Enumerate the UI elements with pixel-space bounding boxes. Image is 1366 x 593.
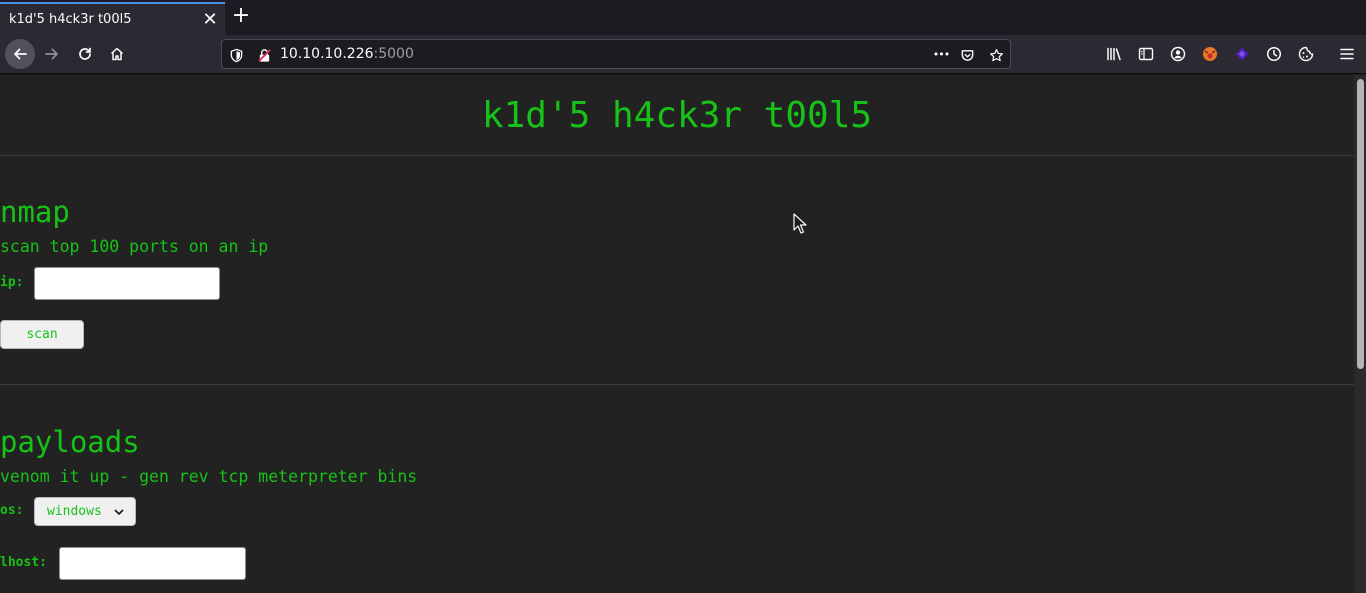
os-select[interactable]: windows bbox=[34, 497, 136, 526]
foxyproxy-extension-icon[interactable] bbox=[1201, 45, 1219, 63]
pocket-icon[interactable] bbox=[959, 47, 975, 63]
home-icon[interactable] bbox=[102, 39, 132, 69]
divider bbox=[0, 384, 1354, 385]
divider bbox=[0, 155, 1354, 156]
page-content: k1d'5 h4ck3r t00l5 nmap scan top 100 por… bbox=[0, 75, 1354, 593]
new-tab-icon[interactable]: + bbox=[229, 5, 253, 29]
url-text[interactable]: 10.10.10.226:5000 bbox=[280, 46, 414, 62]
scan-button[interactable]: scan bbox=[0, 320, 84, 349]
ip-input[interactable] bbox=[34, 267, 220, 300]
payloads-heading: payloads bbox=[0, 425, 140, 459]
account-icon[interactable] bbox=[1169, 45, 1187, 63]
cookie-icon[interactable] bbox=[1297, 45, 1315, 63]
library-icon[interactable] bbox=[1105, 45, 1123, 63]
reload-icon[interactable] bbox=[70, 39, 100, 69]
os-selected-value: windows bbox=[47, 504, 102, 519]
lhost-input[interactable] bbox=[59, 547, 246, 580]
url-host: 10.10.10.226 bbox=[280, 46, 374, 62]
scrollbar-thumb[interactable] bbox=[1357, 79, 1364, 369]
mouse-cursor-icon bbox=[793, 213, 807, 234]
sidebar-icon[interactable] bbox=[1137, 45, 1155, 63]
bookmark-star-icon[interactable] bbox=[988, 47, 1004, 63]
lhost-label: lhost: bbox=[0, 555, 47, 570]
back-arrow-icon[interactable] bbox=[5, 39, 35, 69]
navigation-bar: 10.10.10.226:5000 ••• bbox=[0, 35, 1366, 74]
history-clock-icon[interactable] bbox=[1265, 45, 1283, 63]
hamburger-menu-icon[interactable] bbox=[1338, 45, 1356, 63]
page-actions-icon[interactable]: ••• bbox=[931, 46, 951, 62]
payloads-description: venom it up - gen rev tcp meterpreter bi… bbox=[0, 467, 418, 486]
chevron-down-icon bbox=[114, 509, 124, 515]
nmap-description: scan top 100 ports on an ip bbox=[0, 237, 269, 256]
tab-strip: k1d'5 h4ck3r t00l5 ✕ + bbox=[0, 0, 1366, 35]
vertical-scrollbar[interactable] bbox=[1354, 75, 1366, 593]
ip-label: ip: bbox=[0, 275, 24, 290]
tab-title: k1d'5 h4ck3r t00l5 bbox=[9, 12, 132, 27]
wappalyzer-extension-icon[interactable] bbox=[1233, 45, 1251, 63]
insecure-lock-icon[interactable] bbox=[256, 47, 272, 63]
shield-icon[interactable] bbox=[228, 47, 244, 63]
close-tab-icon[interactable]: ✕ bbox=[195, 10, 225, 29]
url-port: :5000 bbox=[373, 46, 414, 62]
address-bar[interactable]: 10.10.10.226:5000 ••• bbox=[221, 39, 1011, 69]
forward-arrow-icon[interactable] bbox=[37, 39, 67, 69]
os-label: os: bbox=[0, 503, 24, 518]
browser-tab[interactable]: k1d'5 h4ck3r t00l5 ✕ bbox=[0, 2, 225, 35]
nmap-heading: nmap bbox=[0, 195, 70, 229]
page-title: k1d'5 h4ck3r t00l5 bbox=[481, 95, 873, 136]
